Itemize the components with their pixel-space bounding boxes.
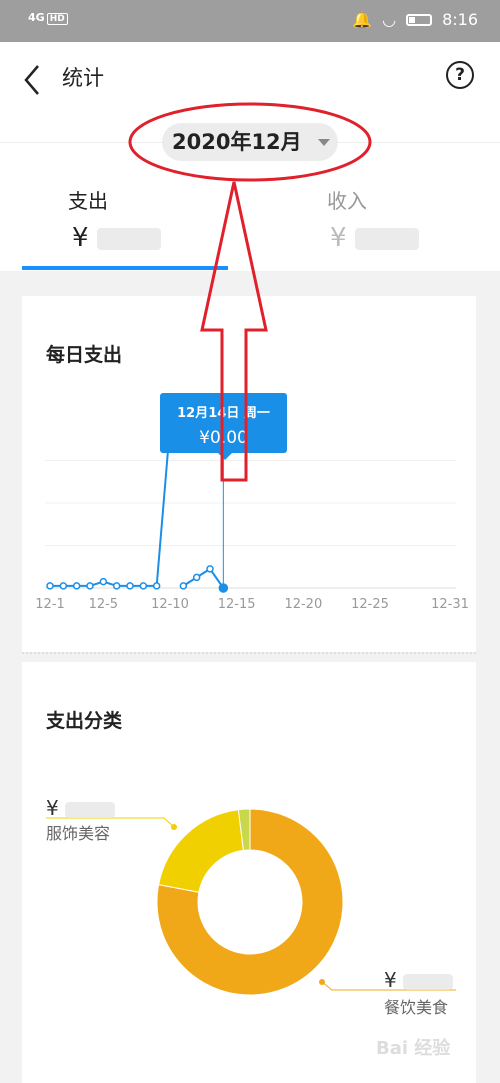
annotation-overlay [128, 102, 372, 482]
annotation-ellipse [128, 102, 372, 182]
annotation-arrow [200, 181, 268, 482]
